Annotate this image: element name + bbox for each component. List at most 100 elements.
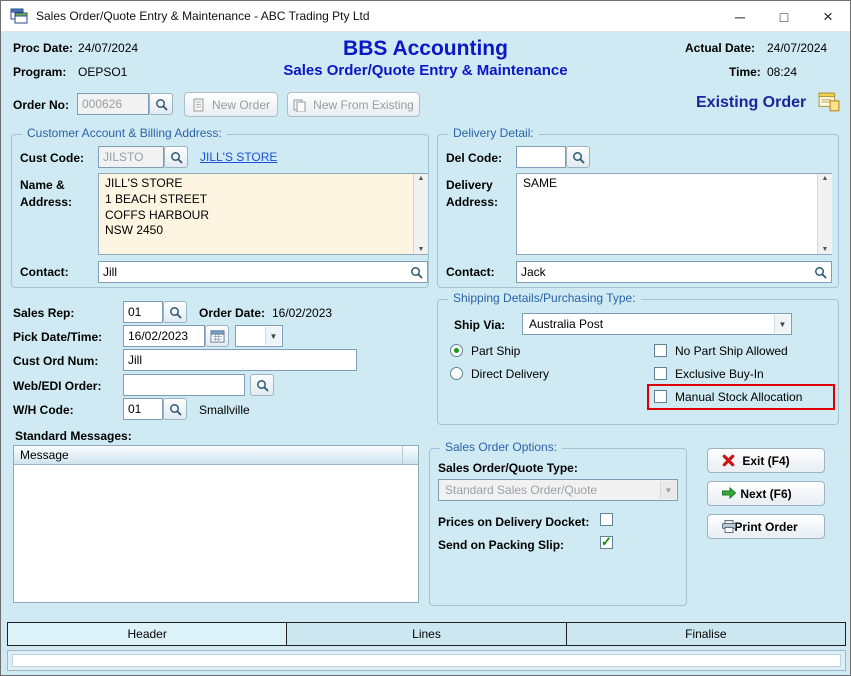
order-quote-type-value: Standard Sales Order/Quote (445, 483, 597, 497)
order-status-text: Existing Order (696, 94, 806, 112)
tab-finalise[interactable]: Finalise (566, 622, 846, 646)
window-title: Sales Order/Quote Entry & Maintenance - … (36, 9, 370, 23)
billing-address-scrollbar[interactable]: ▲ ▼ (413, 174, 428, 254)
app-icon (10, 8, 28, 24)
close-button[interactable]: × (806, 1, 850, 32)
web-edi-order-label: Web/EDI Order: (13, 379, 101, 393)
search-icon (572, 151, 585, 164)
status-bar (7, 650, 846, 671)
sales-rep-search-button[interactable] (163, 301, 187, 323)
bottom-tab-bar: Header Lines Finalise (7, 622, 846, 646)
next-arrow-icon (721, 486, 737, 503)
message-list-header: Message (14, 446, 418, 465)
warehouse-name-value: Smallville (199, 403, 250, 417)
order-no-field[interactable] (77, 93, 149, 115)
sales-order-options-group: Sales Order Options: Sales Order/Quote T… (429, 448, 687, 606)
new-from-existing-icon (293, 98, 307, 112)
exclusive-buy-in-label: Exclusive Buy-In (675, 367, 764, 381)
manual-stock-allocation-label: Manual Stock Allocation (675, 390, 802, 404)
del-code-label: Del Code: (446, 151, 502, 165)
tab-lines[interactable]: Lines (286, 622, 566, 646)
exit-button[interactable]: Exit (F4) (707, 448, 825, 473)
no-part-ship-checkbox[interactable] (654, 344, 667, 357)
order-date-value: 16/02/2023 (272, 306, 332, 320)
prices-on-delivery-docket-checkbox[interactable] (600, 513, 613, 526)
customer-contact-search-button[interactable] (406, 262, 426, 282)
new-from-existing-label: New From Existing (313, 98, 414, 112)
manual-stock-allocation-checkbox[interactable] (654, 390, 667, 403)
wh-code-field[interactable] (123, 398, 163, 420)
order-no-search-button[interactable] (149, 93, 173, 115)
exit-icon (721, 453, 736, 471)
pick-date-time-label: Pick Date/Time: (13, 330, 102, 344)
web-edi-order-field[interactable] (123, 374, 245, 396)
actual-date-value: 24/07/2024 (767, 41, 827, 55)
printer-icon (721, 519, 737, 537)
send-on-packing-slip-checkbox[interactable] (600, 536, 613, 549)
maximize-button[interactable]: □ (762, 1, 806, 32)
message-list-body[interactable] (14, 465, 418, 602)
wh-code-search-button[interactable] (163, 398, 187, 420)
order-no-label: Order No: (13, 98, 69, 112)
customer-billing-group: Customer Account & Billing Address: Cust… (11, 134, 429, 288)
delivery-contact-field[interactable] (516, 261, 832, 283)
minimize-button[interactable]: ─ (718, 1, 762, 32)
part-ship-radio[interactable] (450, 344, 463, 357)
page-title: Sales Order/Quote Entry & Maintenance (1, 62, 850, 79)
exclusive-buy-in-checkbox[interactable] (654, 367, 667, 380)
pick-time-select[interactable]: ▼ (235, 325, 283, 347)
customer-contact-label: Contact: (20, 265, 69, 279)
ship-via-select[interactable]: Australia Post ▼ (522, 313, 792, 335)
delivery-contact-search-button[interactable] (810, 262, 830, 282)
direct-delivery-radio[interactable] (450, 367, 463, 380)
search-icon (169, 403, 182, 416)
sales-order-options-title: Sales Order Options: (440, 440, 562, 454)
new-order-button[interactable]: New Order (184, 92, 278, 117)
calendar-icon (210, 329, 225, 343)
search-icon (256, 379, 269, 392)
new-from-existing-button[interactable]: New From Existing (287, 92, 420, 117)
time-value: 08:24 (767, 65, 797, 79)
ship-via-label: Ship Via: (454, 318, 505, 332)
search-icon (169, 306, 182, 319)
exit-button-label: Exit (F4) (742, 454, 789, 468)
title-bar: Sales Order/Quote Entry & Maintenance - … (1, 1, 850, 32)
print-order-button[interactable]: Print Order (707, 514, 825, 539)
customer-name-link[interactable]: JILL'S STORE (200, 150, 277, 164)
delivery-address-scrollbar[interactable]: ▲ ▼ (817, 174, 832, 254)
del-code-search-button[interactable] (566, 146, 590, 168)
message-column-header: Message (14, 446, 402, 464)
delivery-group-title: Delivery Detail: (448, 126, 539, 140)
pick-date-field[interactable] (123, 325, 205, 347)
existing-order-form-icon (818, 92, 840, 117)
chevron-down-icon: ▼ (660, 481, 676, 499)
sales-rep-label: Sales Rep: (13, 306, 74, 320)
cust-ord-num-label: Cust Ord Num: (13, 354, 98, 368)
customer-contact-field[interactable] (98, 261, 428, 283)
cust-code-field[interactable] (98, 146, 164, 168)
del-code-field[interactable] (516, 146, 566, 168)
order-date-label: Order Date: (199, 306, 265, 320)
scroll-down-icon: ▼ (822, 246, 829, 253)
wh-code-label: W/H Code: (13, 403, 74, 417)
search-icon (410, 266, 423, 279)
prices-on-delivery-docket-label: Prices on Delivery Docket: (438, 515, 589, 529)
shipping-details-group: Shipping Details/Purchasing Type: Ship V… (437, 299, 839, 425)
billing-address-field[interactable]: JILL'S STORE 1 BEACH STREET COFFS HARBOU… (98, 173, 428, 255)
delivery-address-field[interactable]: SAME (516, 173, 832, 255)
next-button[interactable]: Next (F6) (707, 481, 825, 506)
chevron-down-icon: ▼ (774, 315, 790, 333)
standard-messages-list[interactable]: Message (13, 445, 419, 603)
web-edi-search-button[interactable] (250, 374, 274, 396)
status-bar-field (12, 654, 841, 667)
order-quote-type-select[interactable]: Standard Sales Order/Quote ▼ (438, 479, 678, 501)
new-order-label: New Order (212, 98, 270, 112)
calendar-button[interactable] (205, 325, 229, 347)
cust-ord-num-field[interactable] (123, 349, 357, 371)
sales-rep-field[interactable] (123, 301, 163, 323)
cust-code-search-button[interactable] (164, 146, 188, 168)
print-order-button-label: Print Order (734, 520, 797, 534)
tab-header[interactable]: Header (7, 622, 287, 646)
message-header-corner (402, 446, 418, 464)
order-quote-type-label: Sales Order/Quote Type: (438, 461, 578, 475)
